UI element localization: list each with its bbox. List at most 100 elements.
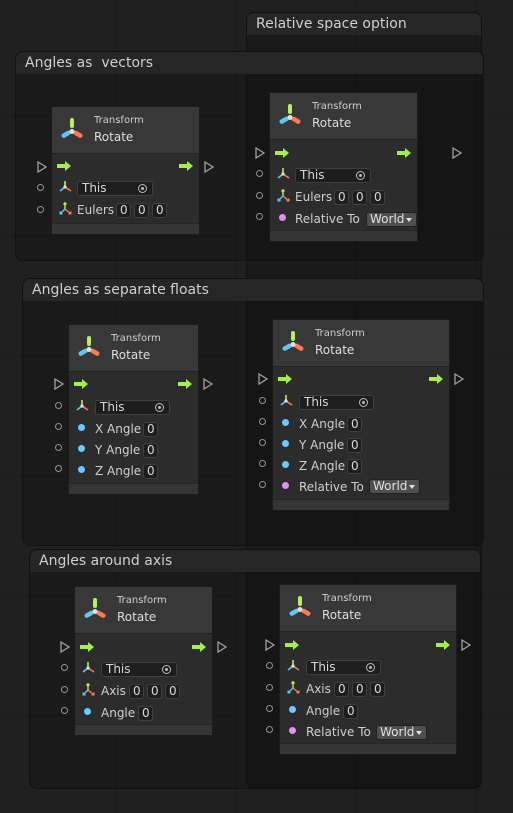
flow-output-port[interactable] — [452, 147, 462, 159]
axis-x-field[interactable]: 0 — [129, 684, 144, 699]
eulers-y-field[interactable]: 0 — [134, 203, 149, 218]
flow-input-port[interactable] — [258, 373, 268, 385]
rotate-node-eulers-relative[interactable]: Transform Rotate This Eulers 0 0 0 Relat… — [269, 92, 418, 242]
this-icon — [76, 399, 89, 411]
flow-input-port[interactable] — [255, 147, 265, 159]
relative-to-dropdown[interactable]: World — [376, 725, 427, 740]
flow-output-port[interactable] — [461, 639, 471, 651]
this-value: This — [100, 400, 125, 414]
eulers-z-field[interactable]: 0 — [370, 190, 385, 205]
node-footer — [273, 499, 449, 510]
group-title: Relative space option — [247, 13, 481, 35]
y-angle-port[interactable] — [55, 444, 62, 451]
relative-to-value: World — [380, 725, 415, 739]
node-title: Rotate — [322, 608, 362, 622]
rotate-node-axis-relative[interactable]: Transform Rotate This Axis 0 0 0 Angle 0… — [279, 584, 457, 755]
relative-to-value: World — [373, 479, 408, 493]
this-field[interactable]: This — [101, 662, 177, 677]
relative-to-label: Relative To — [295, 212, 360, 226]
axis-port[interactable] — [61, 686, 68, 693]
object-picker-icon[interactable] — [162, 665, 171, 674]
flow-output-port[interactable] — [217, 641, 227, 653]
axis-x-field[interactable]: 0 — [334, 682, 349, 697]
this-field[interactable]: This — [95, 400, 170, 415]
this-port[interactable] — [37, 184, 44, 191]
this-port[interactable] — [259, 397, 266, 404]
angle-port[interactable] — [61, 707, 68, 714]
node-header[interactable]: Transform Rotate — [270, 93, 417, 139]
z-angle-port[interactable] — [55, 465, 62, 472]
node-header[interactable]: Transform Rotate — [75, 587, 212, 633]
flow-input-port[interactable] — [60, 641, 70, 653]
rotate-node-axis[interactable]: Transform Rotate This Axis 0 0 0 Angle 0 — [74, 586, 213, 736]
object-picker-icon[interactable] — [359, 398, 368, 407]
angle-port[interactable] — [266, 705, 273, 712]
node-body: This Eulers 0 0 0 — [52, 153, 199, 225]
flow-input-port[interactable] — [54, 378, 64, 390]
flow-output-port[interactable] — [204, 161, 214, 173]
rotate-node-floats[interactable]: Transform Rotate This X Angle 0 Y Angle … — [68, 324, 199, 495]
eulers-y-field[interactable]: 0 — [352, 190, 367, 205]
axis-z-field[interactable]: 0 — [165, 684, 180, 699]
node-header[interactable]: Transform Rotate — [280, 585, 456, 631]
eulers-x-field[interactable]: 0 — [334, 190, 349, 205]
y-angle-field[interactable]: 0 — [143, 443, 158, 458]
flow-output-port[interactable] — [454, 373, 464, 385]
eulers-x-field[interactable]: 0 — [116, 203, 131, 218]
z-angle-port[interactable] — [259, 460, 266, 467]
relative-to-port[interactable] — [259, 481, 266, 488]
this-icon — [82, 661, 95, 673]
flow-input-port[interactable] — [37, 161, 47, 173]
object-picker-icon[interactable] — [138, 184, 147, 193]
z-angle-field[interactable]: 0 — [347, 459, 362, 474]
rotate-node-eulers[interactable]: Transform Rotate This Eulers 0 0 0 — [51, 106, 200, 235]
relative-to-port[interactable] — [256, 213, 263, 220]
axis-z-field[interactable]: 0 — [370, 682, 385, 697]
object-picker-icon[interactable] — [366, 663, 375, 672]
z-angle-field[interactable]: 0 — [143, 464, 158, 479]
axis-port[interactable] — [266, 684, 273, 691]
rotate-icon — [83, 598, 107, 619]
x-angle-port[interactable] — [259, 418, 266, 425]
rotate-icon — [278, 104, 302, 125]
axis-y-field[interactable]: 0 — [352, 682, 367, 697]
this-field[interactable]: This — [77, 181, 153, 196]
node-header[interactable]: Transform Rotate — [273, 320, 449, 366]
this-port[interactable] — [256, 170, 263, 177]
node-footer — [69, 483, 198, 494]
y-angle-port[interactable] — [259, 439, 266, 446]
node-title: Rotate — [117, 610, 157, 624]
object-picker-icon[interactable] — [356, 171, 365, 180]
this-field[interactable]: This — [295, 168, 371, 183]
angle-field[interactable]: 0 — [343, 704, 358, 719]
node-header[interactable]: Transform Rotate — [69, 325, 198, 371]
relative-to-dropdown[interactable]: World — [366, 212, 417, 227]
this-field[interactable]: This — [306, 660, 381, 675]
y-angle-field[interactable]: 0 — [347, 438, 362, 453]
this-field[interactable]: This — [299, 395, 374, 410]
eulers-port[interactable] — [37, 206, 44, 213]
relative-to-dropdown[interactable]: World — [369, 479, 420, 494]
x-angle-label: X Angle — [95, 422, 142, 436]
flow-output-port[interactable] — [203, 378, 213, 390]
node-header[interactable]: Transform Rotate — [52, 107, 199, 153]
this-port[interactable] — [61, 664, 68, 671]
x-angle-field[interactable]: 0 — [347, 417, 362, 432]
eulers-port[interactable] — [256, 192, 263, 199]
axis-label: Axis — [101, 684, 126, 698]
relative-to-port[interactable] — [266, 726, 273, 733]
node-category: Transform — [315, 328, 365, 339]
float-port-dot — [78, 445, 85, 452]
node-body: This X Angle 0 Y Angle 0 Z Angle 0 — [69, 371, 198, 486]
node-title: Rotate — [111, 348, 151, 362]
x-angle-field[interactable]: 0 — [143, 422, 158, 437]
flow-input-port[interactable] — [265, 639, 275, 651]
rotate-node-floats-relative[interactable]: Transform Rotate This X Angle 0 Y Angle … — [272, 319, 450, 511]
this-port[interactable] — [55, 402, 62, 409]
angle-field[interactable]: 0 — [138, 706, 153, 721]
x-angle-port[interactable] — [55, 423, 62, 430]
this-port[interactable] — [266, 662, 273, 669]
axis-y-field[interactable]: 0 — [147, 684, 162, 699]
object-picker-icon[interactable] — [155, 403, 164, 412]
eulers-z-field[interactable]: 0 — [152, 203, 167, 218]
